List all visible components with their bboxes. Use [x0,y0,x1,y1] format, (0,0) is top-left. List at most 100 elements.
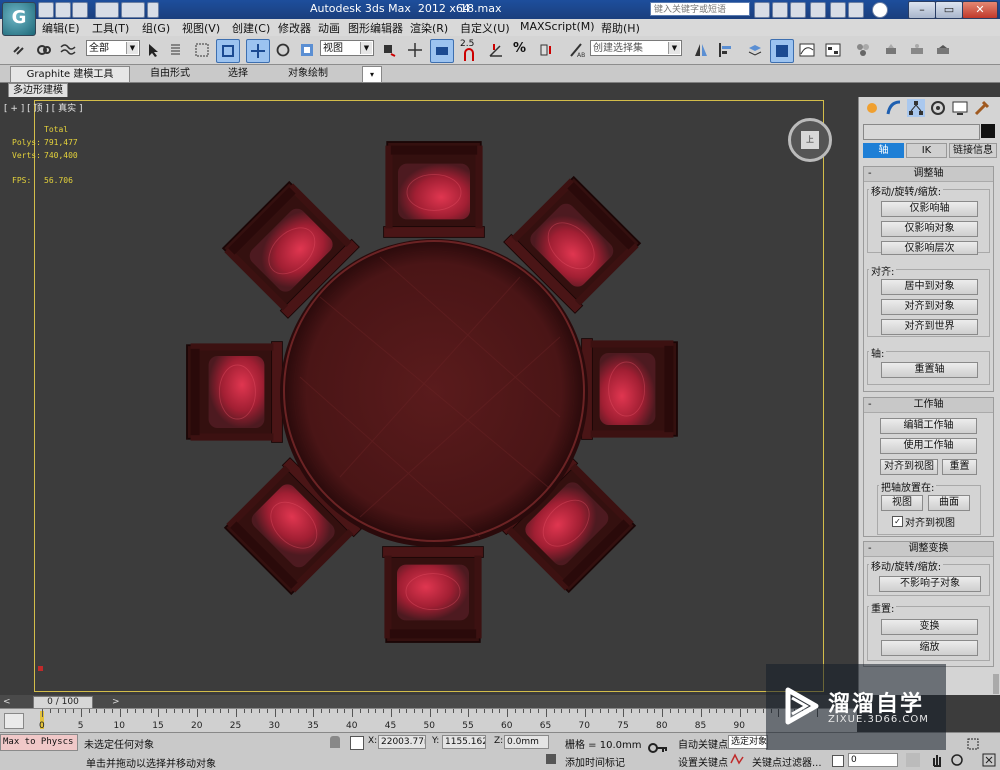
render-setup-icon[interactable] [880,39,902,61]
align-to-view-button[interactable]: 对齐到视图 [880,459,938,475]
new-file-icon[interactable] [38,2,54,18]
dont-affect-children-button[interactable]: 不影响子对象 [879,576,981,592]
ribbon-options-icon[interactable]: ▾ [362,66,382,83]
mirror-icon[interactable] [690,39,712,61]
rollout-working-pivot-header[interactable]: - 工作轴 [864,398,993,413]
maximize-viewport-icon[interactable] [982,753,996,767]
tab-pivot[interactable]: 轴 [863,143,904,158]
rendered-frame-window-icon[interactable] [906,39,928,61]
ribbon-tab-graphite[interactable]: Graphite 建模工具 [10,66,130,83]
select-and-scale-icon[interactable] [296,39,318,61]
named-selection-set-select[interactable]: 创建选择集 ▼ [590,40,682,56]
angle-snap-icon[interactable] [485,39,507,61]
key-mode-toggle-icon[interactable] [832,755,844,767]
key-filters-button[interactable]: 关键点过滤器... [752,754,822,769]
save-file-icon[interactable] [72,2,88,18]
graphite-toggle-icon[interactable] [770,39,794,63]
selection-filter-select[interactable]: 全部 ▼ [86,40,140,56]
menu-graph-editors[interactable]: 图形编辑器 [348,20,403,36]
time-slider-next-icon[interactable]: > [112,697,120,707]
time-slider-track[interactable] [0,695,857,708]
affect-hierarchy-only-button[interactable]: 仅影响层次 [881,241,978,255]
reset-transform-button[interactable]: 变换 [881,619,978,635]
schematic-view-icon[interactable] [822,39,844,61]
key-icon[interactable] [790,2,806,18]
bind-space-warp-icon[interactable] [57,39,79,61]
application-button[interactable]: G [2,2,36,36]
link-icon[interactable] [8,39,30,61]
reference-coordinate-select[interactable]: 视图 ▼ [320,40,374,56]
center-to-object-button[interactable]: 居中到对象 [881,279,978,295]
redo-icon[interactable] [121,2,145,18]
command-panel-scrollbar[interactable] [993,674,999,694]
viewport-label-menu[interactable]: [ + ] [ 顶 ] [ 真实 ] [4,101,83,114]
menu-maxscript[interactable]: MAXScript(M) [520,20,595,33]
object-name-field[interactable] [863,124,980,140]
select-manipulate-icon[interactable] [404,39,426,61]
rollout-adjust-pivot-header[interactable]: - 调整轴 [864,167,993,182]
select-and-move-icon[interactable] [246,39,270,63]
percent-snap-icon[interactable]: % [510,39,532,61]
minimize-button[interactable]: – [908,1,936,19]
select-and-rotate-icon[interactable] [272,39,294,61]
time-slider-prev-icon[interactable]: < [3,697,11,707]
affect-object-only-button[interactable]: 仅影响对象 [881,221,978,237]
edit-named-selection-icon[interactable]: ABC [566,39,588,61]
pivot-center-icon[interactable] [378,39,400,61]
manage-layers-icon[interactable] [744,39,766,61]
orbit-icon[interactable] [950,753,964,767]
use-working-pivot-button[interactable]: 使用工作轴 [880,438,977,454]
maximize-button[interactable]: ▭ [935,1,963,19]
menu-edit[interactable]: 编辑(E) [42,20,80,36]
open-file-icon[interactable] [55,2,71,18]
spinner-snap-icon[interactable] [535,39,557,61]
key-curve-icon[interactable] [730,753,744,765]
tab-ik[interactable]: IK [906,143,947,158]
place-surface-button[interactable]: 曲面 [928,495,970,511]
subscription-icon[interactable] [772,2,788,18]
close-button[interactable]: ✕ [962,1,998,19]
display-panel-icon[interactable] [951,99,969,117]
auto-key-button[interactable]: 自动关键点 [678,736,728,751]
y-coordinate-input[interactable]: 1155.162m [442,735,486,749]
menu-animation[interactable]: 动画 [318,20,340,36]
menu-help[interactable]: 帮助(H) [601,20,640,36]
quick-access-dropdown-icon[interactable] [147,2,159,18]
reset-pivot-button[interactable]: 重置轴 [881,362,978,378]
pan-view-icon[interactable] [930,753,944,767]
align-to-world-button[interactable]: 对齐到世界 [881,319,978,335]
viewcube-top-face[interactable]: 上 [801,131,819,149]
menu-rendering[interactable]: 渲染(R) [410,20,448,36]
help-icon[interactable] [872,2,888,18]
keyboard-shortcut-override-icon[interactable] [430,39,454,63]
set-key-icon[interactable] [648,741,668,755]
star-icon[interactable] [830,2,846,18]
tab-link-info[interactable]: 链接信息 [949,143,997,158]
rectangular-selection-icon[interactable] [191,39,213,61]
selection-lock-icon[interactable] [330,736,340,748]
viewcube[interactable]: 上 [788,118,832,162]
menu-create[interactable]: 创建(C) [232,20,270,36]
menu-customize[interactable]: 自定义(U) [460,20,510,36]
curve-editor-icon[interactable] [796,39,818,61]
binoculars-icon[interactable] [754,2,770,18]
tools-icon[interactable] [810,2,826,18]
affect-pivot-only-button[interactable]: 仅影响轴 [881,201,978,217]
key-mode-select[interactable]: 选定对象 [728,735,768,749]
modify-panel-icon[interactable] [885,99,903,117]
add-time-tag-button[interactable]: 添加时间标记 [565,754,625,769]
snap-toggle-icon[interactable]: 2.5 [458,39,480,61]
hierarchy-panel-icon[interactable] [907,99,925,117]
render-production-icon[interactable] [932,39,954,61]
help-search-input[interactable]: 键入关键字或短语 [650,2,750,16]
maxscript-listener-input[interactable]: Max to Physcs ( [0,734,78,751]
set-key-button[interactable]: 设置关键点 [678,754,728,769]
place-view-button[interactable]: 视图 [881,495,923,511]
select-by-name-icon[interactable] [166,39,188,61]
select-object-icon[interactable] [143,39,165,61]
ribbon-tab-object-paint[interactable]: 对象绘制 [288,66,328,81]
window-crossing-icon[interactable] [216,39,240,63]
unlink-icon[interactable] [33,39,55,61]
zoom-extents-icon[interactable] [966,737,980,751]
z-coordinate-input[interactable]: 0.0mm [504,735,549,749]
